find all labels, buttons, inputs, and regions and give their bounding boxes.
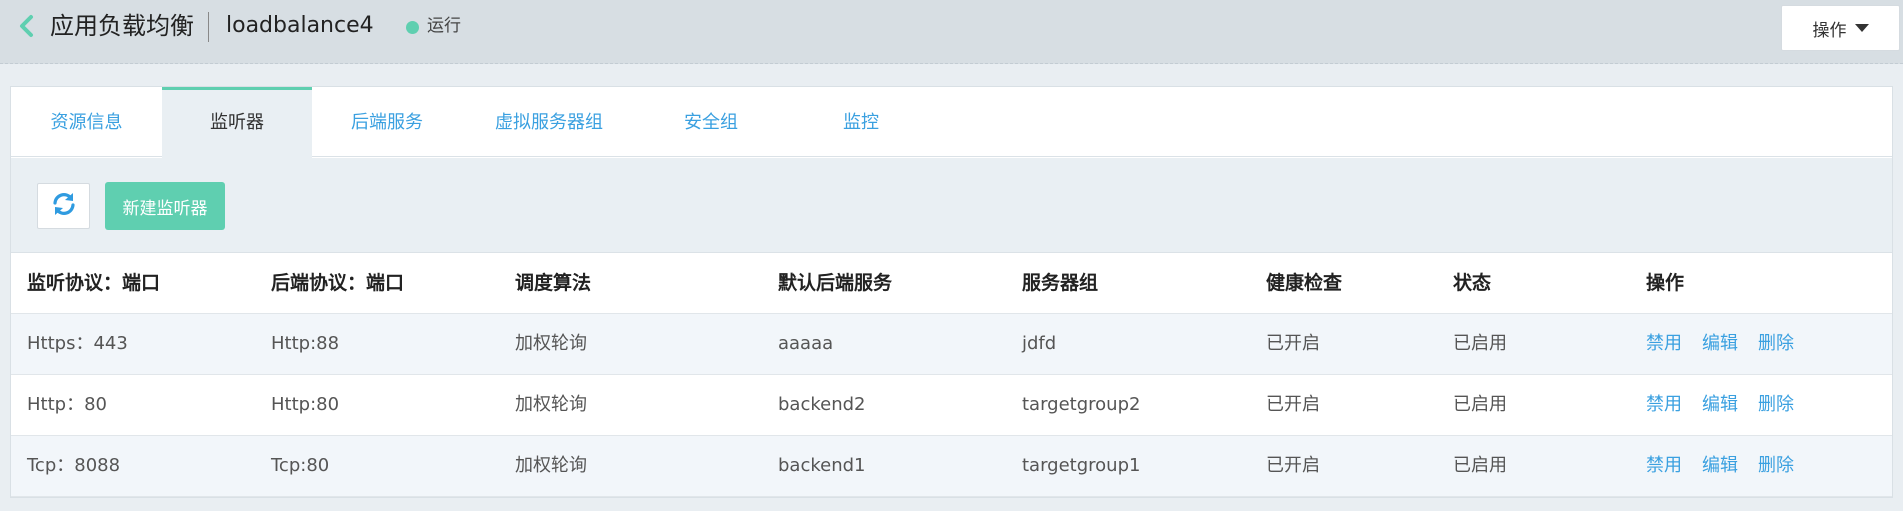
edit-button[interactable]: 编辑	[1702, 333, 1738, 354]
column-header: 操作	[1646, 272, 1685, 294]
algorithm: 加权轮询	[515, 333, 587, 354]
backend-protocol: Http:88	[271, 333, 340, 354]
column-header: 默认后端服务	[778, 272, 893, 294]
toolbar: 新建监听器	[11, 158, 1892, 253]
listener-status: 已启用	[1453, 455, 1507, 476]
page-header: 应用负载均衡 loadbalance4 运行 操作	[0, 0, 1903, 64]
table-row: Https：443 Http:88 加权轮询 aaaaa jdfd 已开启 已启…	[11, 314, 1892, 375]
server-group-link[interactable]: targetgroup1	[1022, 436, 1140, 496]
default-backend-link[interactable]: backend1	[778, 436, 866, 496]
health-check-status: 已开启	[1266, 333, 1320, 354]
algorithm: 加权轮询	[515, 394, 587, 415]
column-header: 状态	[1453, 272, 1492, 294]
algorithm: 加权轮询	[515, 455, 587, 476]
table-row: Tcp：8088 Tcp:80 加权轮询 backend1 targetgrou…	[11, 436, 1892, 497]
edit-button[interactable]: 编辑	[1702, 394, 1738, 415]
listener-table: 监听协议：端口 后端协议：端口 调度算法 默认后端服务 服务器组 健康检查 状态…	[11, 253, 1892, 497]
caret-down-icon	[1854, 24, 1869, 32]
backend-protocol: Tcp:80	[271, 455, 330, 476]
new-listener-button[interactable]: 新建监听器	[105, 182, 225, 230]
listener-status: 已启用	[1453, 333, 1507, 354]
column-header: 调度算法	[515, 272, 592, 294]
table-row: Http：80 Http:80 加权轮询 backend2 targetgrou…	[11, 375, 1892, 436]
edit-button[interactable]: 编辑	[1702, 455, 1738, 476]
listener-link[interactable]: Http：80	[27, 375, 107, 435]
disable-button[interactable]: 禁用	[1646, 333, 1682, 354]
operations-dropdown-button[interactable]: 操作	[1781, 5, 1900, 51]
disable-button[interactable]: 禁用	[1646, 394, 1682, 415]
disable-button[interactable]: 禁用	[1646, 455, 1682, 476]
operations-label: 操作	[1812, 20, 1847, 41]
column-header: 服务器组	[1022, 272, 1099, 294]
delete-button[interactable]: 删除	[1758, 455, 1794, 476]
refresh-icon	[51, 191, 77, 221]
row-actions: 禁用 编辑 删除	[1646, 436, 1814, 496]
server-group-link[interactable]: targetgroup2	[1022, 375, 1140, 435]
delete-button[interactable]: 删除	[1758, 394, 1794, 415]
default-backend-link[interactable]: backend2	[778, 375, 866, 435]
server-group-link[interactable]: jdfd	[1022, 314, 1056, 374]
tab-backend-services[interactable]: 后端服务	[312, 87, 462, 157]
listener-link[interactable]: Https：443	[27, 314, 128, 374]
page-title: 应用负载均衡	[50, 12, 194, 40]
health-check-status: 已开启	[1266, 394, 1320, 415]
row-actions: 禁用 编辑 删除	[1646, 314, 1814, 374]
table-header: 监听协议：端口 后端协议：端口 调度算法 默认后端服务 服务器组 健康检查 状态…	[11, 253, 1892, 314]
tab-monitoring[interactable]: 监控	[786, 87, 936, 157]
listener-link[interactable]: Tcp：8088	[27, 436, 120, 496]
chevron-left-icon[interactable]	[16, 12, 38, 40]
column-header: 健康检查	[1266, 272, 1343, 294]
title-divider	[208, 12, 209, 42]
tab-security-groups[interactable]: 安全组	[636, 87, 786, 157]
health-check-status: 已开启	[1266, 455, 1320, 476]
column-header: 后端协议：端口	[271, 272, 405, 294]
tab-bar: 资源信息 监听器 后端服务 虚拟服务器组 安全组 监控	[11, 87, 1892, 158]
status-badge: 运行	[427, 16, 461, 36]
backend-protocol: Http:80	[271, 394, 340, 415]
column-header: 监听协议：端口	[27, 272, 161, 294]
content-panel: 资源信息 监听器 后端服务 虚拟服务器组 安全组 监控 新建监听器 监听协议：端…	[10, 86, 1893, 498]
delete-button[interactable]: 删除	[1758, 333, 1794, 354]
tab-resource-info[interactable]: 资源信息	[11, 87, 162, 157]
row-actions: 禁用 编辑 删除	[1646, 375, 1814, 435]
tab-virtual-server-groups[interactable]: 虚拟服务器组	[462, 87, 636, 157]
listener-status: 已启用	[1453, 394, 1507, 415]
instance-name: loadbalance4	[226, 13, 374, 38]
tab-listeners[interactable]: 监听器	[162, 87, 312, 158]
refresh-button[interactable]	[37, 183, 90, 229]
status-dot-icon	[406, 21, 419, 34]
default-backend-link[interactable]: aaaaa	[778, 314, 833, 374]
